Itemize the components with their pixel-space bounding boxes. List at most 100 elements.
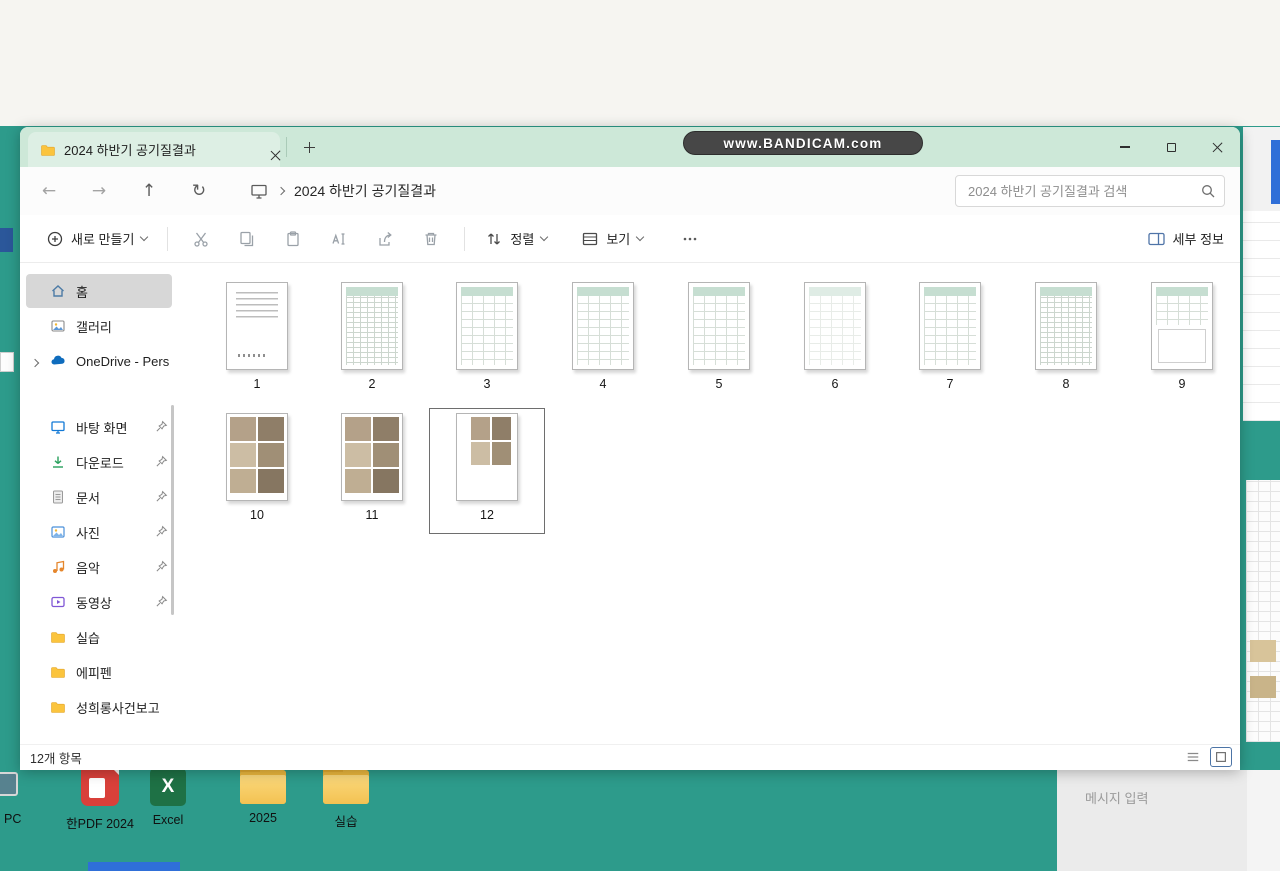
sidebar-item-silseup[interactable]: 실습	[26, 620, 172, 654]
details-pane-button[interactable]: 세부 정보	[1147, 229, 1224, 248]
partial-desktop-icon[interactable]	[0, 228, 13, 252]
pc-icon[interactable]	[0, 772, 18, 796]
file-item[interactable]: 11	[314, 408, 430, 534]
partial-window-blue-bar	[1271, 140, 1280, 204]
file-item[interactable]: 5	[661, 277, 777, 403]
close-button[interactable]	[1194, 127, 1240, 167]
downloads-icon	[53, 456, 63, 468]
music-icon	[53, 560, 65, 573]
file-item[interactable]: 6	[777, 277, 893, 403]
desktop-icon-label: 실습	[334, 815, 358, 829]
toolbar-divider	[464, 226, 466, 251]
file-item[interactable]: 3	[429, 277, 545, 403]
search-icon[interactable]	[1200, 183, 1216, 199]
sidebar-item-label: 바탕 화면	[76, 420, 128, 436]
details-pane-icon	[1147, 232, 1165, 245]
desktop-icon	[51, 421, 65, 434]
search-input[interactable]	[968, 183, 1200, 199]
file-name: 9	[1178, 377, 1186, 391]
tab-title: 2024 하반기 공기질결과	[64, 143, 196, 158]
sidebar-item-videos[interactable]: 동영상	[26, 585, 172, 619]
file-item[interactable]: 8	[1008, 277, 1124, 403]
bandicam-watermark: www.BANDICAM.com	[683, 131, 923, 155]
rename-button[interactable]	[316, 221, 362, 257]
file-name: 12	[480, 508, 494, 522]
search-box[interactable]	[955, 175, 1225, 207]
desktop-icon-silseup[interactable]: 실습	[304, 764, 388, 830]
chat-input-panel[interactable]: 메시지 입력	[1057, 770, 1247, 871]
sidebar-item-report[interactable]: 성희롱사건보고	[26, 690, 172, 724]
folder-icon	[41, 144, 55, 156]
more-options-button[interactable]	[667, 221, 713, 257]
file-thumbnail	[456, 413, 518, 501]
partial-window-edge	[88, 862, 180, 871]
file-item[interactable]: 1	[199, 277, 315, 403]
up-button[interactable]: ↑	[124, 173, 174, 209]
file-item[interactable]: 2	[314, 277, 430, 403]
pc-icon-label: PC	[4, 812, 22, 826]
expand-chevron-icon[interactable]	[30, 354, 40, 369]
folder-icon	[51, 702, 65, 713]
rename-icon	[332, 232, 345, 245]
breadcrumb[interactable]: 2024 하반기 공기질결과	[250, 181, 436, 201]
file-thumbnail	[572, 282, 634, 370]
desktop-icon-label: 2025	[249, 811, 277, 825]
folder-icon	[51, 632, 65, 643]
sidebar-item-home[interactable]: 홈	[26, 274, 172, 308]
back-button[interactable]: ←	[24, 173, 74, 209]
thumbnail-view-toggle[interactable]	[1210, 747, 1232, 767]
file-name: 8	[1062, 377, 1070, 391]
desktop-icon-label: Excel	[152, 813, 184, 827]
maximize-icon	[1166, 142, 1176, 152]
minimize-icon	[1120, 146, 1130, 148]
share-button[interactable]	[362, 221, 408, 257]
pin-icon	[155, 525, 168, 538]
desktop-icon-2025[interactable]: 2025	[221, 764, 305, 825]
sidebar-item-desktop[interactable]: 바탕 화면	[26, 410, 172, 444]
copy-button[interactable]	[224, 221, 270, 257]
sidebar-item-epipen[interactable]: 에피펜	[26, 655, 172, 689]
window-controls	[1102, 127, 1240, 167]
desktop-icon-excel[interactable]: X Excel	[126, 768, 210, 827]
sidebar-item-gallery[interactable]: 갤러리	[26, 309, 172, 343]
minimize-button[interactable]	[1102, 127, 1148, 167]
paste-icon	[287, 230, 300, 246]
partial-desktop-icon-doc[interactable]	[0, 352, 14, 372]
chevron-down-icon	[636, 232, 645, 242]
forward-button[interactable]: →	[74, 173, 124, 209]
list-view-toggle[interactable]	[1182, 747, 1204, 767]
pictures-icon	[51, 526, 65, 538]
cut-button[interactable]	[178, 221, 224, 257]
sidebar-item-documents[interactable]: 문서	[26, 480, 172, 514]
file-thumbnail	[688, 282, 750, 370]
file-item[interactable]: 9	[1124, 277, 1240, 403]
new-tab-button[interactable]	[296, 135, 322, 159]
sidebar-item-onedrive[interactable]: OneDrive - Pers	[26, 344, 172, 378]
file-item[interactable]: 7	[892, 277, 1008, 403]
details-pane-label: 세부 정보	[1172, 232, 1224, 247]
share-icon	[379, 231, 393, 246]
explorer-tab[interactable]: 2024 하반기 공기질결과	[28, 132, 280, 167]
sidebar-item-label: 문서	[76, 490, 100, 506]
delete-button[interactable]	[408, 221, 454, 257]
sidebar-item-label: 에피펜	[76, 665, 112, 681]
file-item[interactable]: 4	[545, 277, 661, 403]
file-item-selected[interactable]: 12	[429, 408, 545, 534]
sidebar-item-music[interactable]: 음악	[26, 550, 172, 584]
maximize-button[interactable]	[1148, 127, 1194, 167]
pin-icon	[155, 420, 168, 433]
pin-icon	[155, 490, 168, 503]
new-button[interactable]: 새로 만들기	[36, 221, 157, 257]
sidebar-item-pictures[interactable]: 사진	[26, 515, 172, 549]
refresh-button[interactable]: ↻	[174, 173, 224, 209]
sort-button[interactable]: 정렬	[475, 221, 557, 257]
gallery-icon	[51, 320, 65, 332]
view-button[interactable]: 보기	[571, 221, 653, 257]
sidebar-item-downloads[interactable]: 다운로드	[26, 445, 172, 479]
partial-window-grid[interactable]	[1246, 480, 1280, 742]
folder-icon	[240, 764, 286, 804]
file-item[interactable]: 10	[199, 408, 315, 534]
sidebar-scrollbar[interactable]	[171, 405, 174, 615]
partial-window-list[interactable]	[1243, 211, 1280, 421]
paste-button[interactable]	[270, 221, 316, 257]
